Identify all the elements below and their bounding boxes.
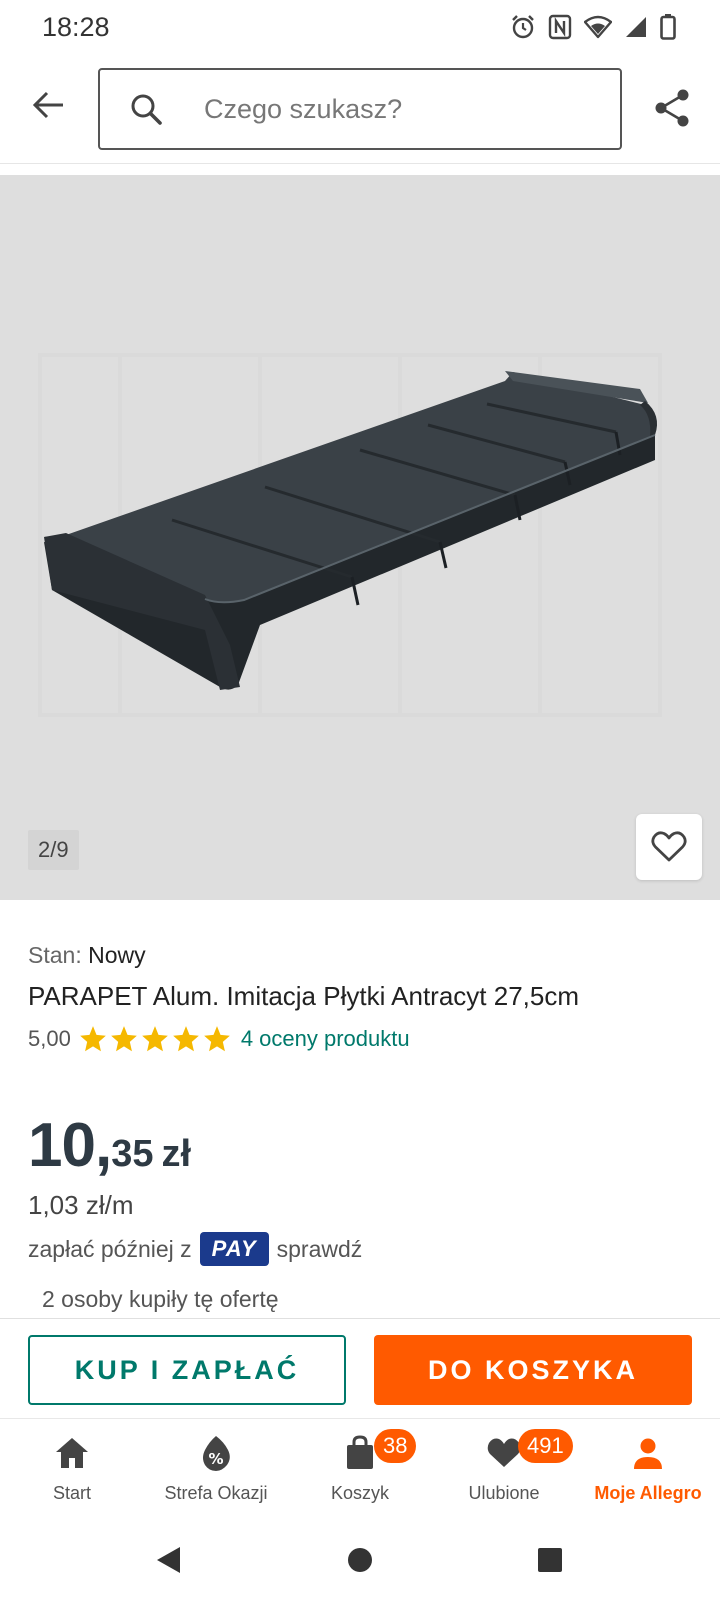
ratings-link[interactable]: 4 oceny produktu <box>241 1026 410 1052</box>
system-recents-button[interactable] <box>530 1540 570 1580</box>
buy-now-button[interactable]: KUP I ZAPŁAĆ <box>28 1335 346 1405</box>
search-box[interactable] <box>98 68 622 150</box>
buyers-count: 2 osoby kupiły tę ofertę <box>42 1286 279 1312</box>
unit-price: 1,03 zł/m <box>28 1190 134 1220</box>
condition-row: Stan: Nowy <box>28 942 146 969</box>
condition-label: Stan: <box>28 942 82 968</box>
rating-value: 5,00 <box>28 1026 71 1051</box>
nav-label: Koszyk <box>330 1483 390 1503</box>
star-icon <box>203 1026 230 1052</box>
star-icon <box>141 1026 168 1052</box>
heart-icon <box>484 1433 524 1473</box>
status-bar: 18:28 <box>0 0 720 54</box>
nav-strefa-okazji[interactable]: % Strefa Okazji <box>144 1419 288 1520</box>
add-to-cart-button[interactable]: DO KOSZYKA <box>374 1335 692 1405</box>
triangle-back-icon <box>157 1547 180 1573</box>
user-icon <box>628 1433 668 1473</box>
gallery-counter: 2/9 <box>28 830 79 870</box>
share-button[interactable] <box>644 80 700 136</box>
top-bar <box>0 54 720 164</box>
home-icon <box>52 1433 92 1473</box>
star-icon <box>172 1026 199 1052</box>
action-bar: KUP I ZAPŁAĆ DO KOSZYKA <box>0 1318 720 1418</box>
wifi-icon <box>584 15 612 39</box>
price-decimal: 35 <box>111 1133 154 1175</box>
signal-icon <box>626 17 646 37</box>
search-icon <box>128 91 164 127</box>
rating-stars <box>79 1025 231 1053</box>
pay-check-link[interactable]: sprawdź <box>277 1236 363 1263</box>
system-nav <box>0 1520 720 1600</box>
nav-label: Strefa Okazji <box>164 1483 268 1503</box>
circle-home-icon <box>348 1548 372 1572</box>
nav-label: Ulubione <box>468 1483 540 1503</box>
product-image <box>38 353 662 717</box>
heart-outline-icon <box>651 831 687 862</box>
star-icon <box>79 1026 106 1052</box>
status-time: 18:28 <box>42 12 110 42</box>
nav-ulubione[interactable]: Ulubione 491 <box>432 1419 576 1520</box>
square-recents-icon <box>538 1548 562 1572</box>
product-title: PARAPET Alum. Imitacja Płytki Antracyt 2… <box>28 981 580 1011</box>
favorites-badge: 491 <box>518 1429 573 1463</box>
pay-later-text: zapłać później z <box>28 1235 192 1262</box>
favorite-button[interactable] <box>636 814 702 880</box>
rating-row: 5,00 4 oceny produktu <box>28 1025 410 1053</box>
nav-label: Moje Allegro <box>594 1483 702 1503</box>
svg-text:%: % <box>208 1450 223 1468</box>
cart-badge: 38 <box>374 1429 417 1463</box>
pay-later-row: zapłać później z PAY sprawdź <box>28 1232 362 1266</box>
nav-label: Start <box>52 1483 91 1503</box>
bottom-nav: Start % Strefa Okazji Koszyk 38 Ulubione… <box>0 1418 720 1520</box>
star-icon <box>110 1026 137 1052</box>
arrow-left-icon <box>33 91 63 119</box>
back-button[interactable] <box>22 78 76 132</box>
product-gallery[interactable]: 2/9 <box>0 175 720 900</box>
price-integer: 10, <box>28 1111 112 1180</box>
nav-start[interactable]: Start <box>0 1419 144 1520</box>
nav-moje-allegro[interactable]: Moje Allegro <box>576 1419 720 1520</box>
price: 10, 35 zł <box>28 1110 191 1181</box>
pay-badge: PAY <box>199 1232 269 1266</box>
battery-icon <box>660 14 676 40</box>
price-currency: zł <box>161 1133 192 1175</box>
share-icon <box>655 89 689 127</box>
nfc-icon <box>548 14 572 40</box>
condition-value: Nowy <box>88 942 146 968</box>
nav-koszyk[interactable]: Koszyk 38 <box>288 1419 432 1520</box>
system-home-button[interactable] <box>340 1540 380 1580</box>
alarm-icon <box>512 15 534 39</box>
system-back-button[interactable] <box>148 1540 188 1580</box>
cart-bag-icon <box>340 1433 380 1473</box>
status-icons <box>510 12 676 42</box>
deals-icon: % <box>196 1433 236 1473</box>
search-input[interactable] <box>204 93 584 125</box>
